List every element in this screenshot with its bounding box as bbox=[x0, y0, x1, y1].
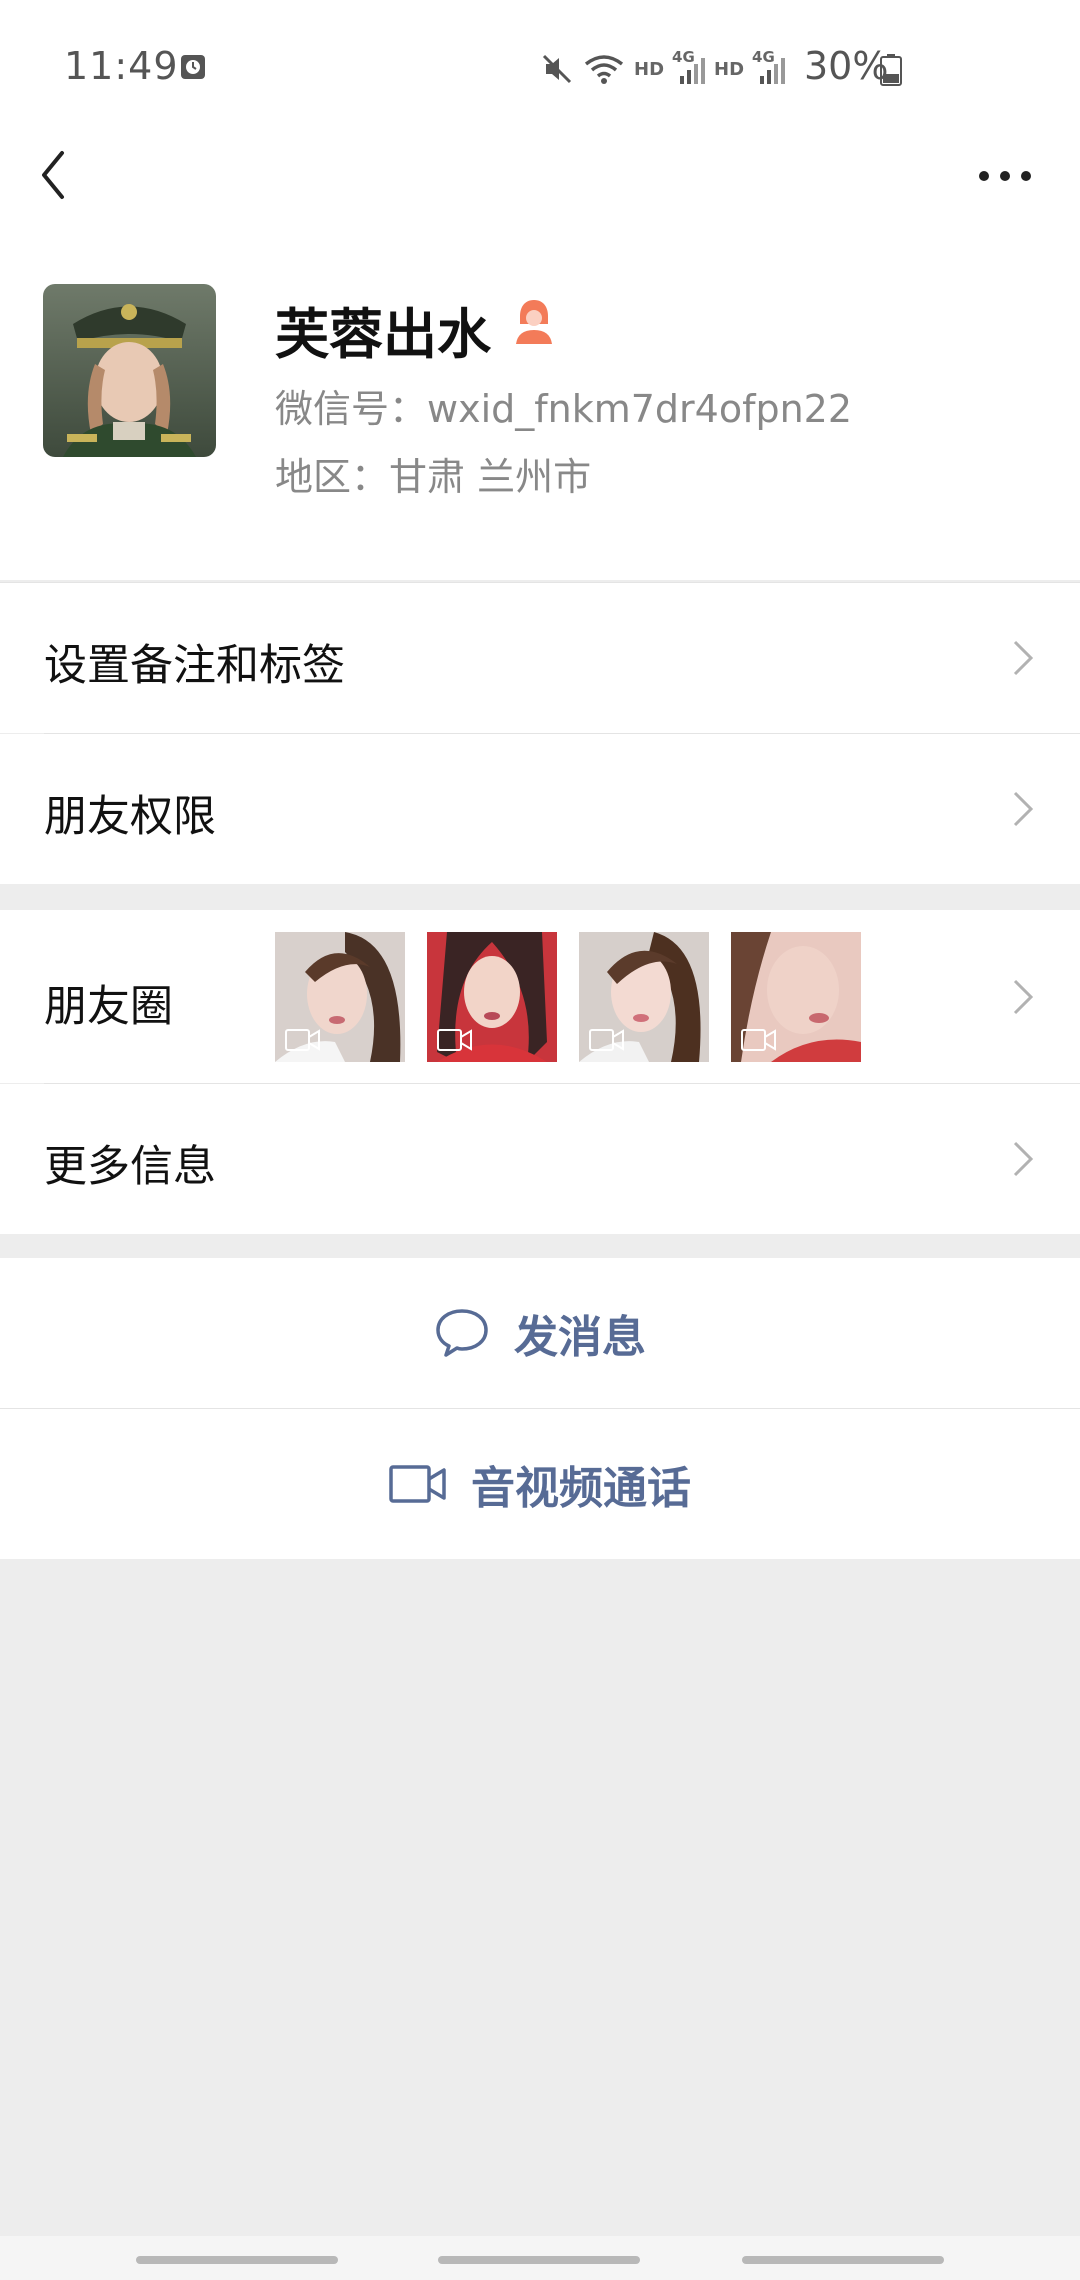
send-message-button[interactable]: 发消息 bbox=[0, 1258, 1080, 1408]
chevron-left-icon[interactable] bbox=[34, 145, 74, 205]
nav-recent-handle[interactable] bbox=[136, 2256, 338, 2264]
send-message-label: 发消息 bbox=[514, 1312, 646, 1363]
moments-thumbnail[interactable] bbox=[731, 932, 861, 1062]
more-icon[interactable] bbox=[975, 166, 1035, 186]
alarm-icon bbox=[181, 55, 205, 79]
battery-percent: 30% bbox=[804, 44, 889, 88]
video-icon bbox=[741, 1029, 776, 1051]
remarks-label: 设置备注和标签 bbox=[44, 641, 345, 691]
status-bar: 11:49 HD 4G HD 4G 30% bbox=[0, 0, 1080, 140]
chevron-right-icon bbox=[1013, 1141, 1034, 1177]
video-icon bbox=[285, 1029, 320, 1051]
signal-icon: 4G bbox=[672, 48, 706, 86]
nav-back-handle[interactable] bbox=[742, 2256, 944, 2264]
moments-label: 朋友圈 bbox=[44, 982, 173, 1032]
video-call-label: 音视频通话 bbox=[471, 1463, 691, 1514]
moments-thumbnail[interactable] bbox=[579, 932, 709, 1062]
chevron-right-icon bbox=[1013, 640, 1034, 676]
video-camera-icon bbox=[389, 1465, 446, 1503]
moments-thumbnail[interactable] bbox=[427, 932, 557, 1062]
battery-icon bbox=[880, 54, 902, 86]
permissions-row[interactable]: 朋友权限 bbox=[0, 734, 1080, 884]
mute-icon bbox=[542, 54, 572, 84]
female-icon bbox=[516, 300, 552, 344]
wechat-id: 微信号：wxid_fnkm7dr4ofpn22 bbox=[275, 387, 853, 431]
status-icons: HD 4G HD 4G bbox=[540, 44, 786, 94]
permissions-label: 朋友权限 bbox=[44, 792, 216, 842]
chevron-right-icon bbox=[1013, 791, 1034, 827]
moments-thumbnail[interactable] bbox=[275, 932, 405, 1062]
avatar[interactable] bbox=[43, 284, 216, 457]
hd-label: HD bbox=[714, 58, 745, 80]
chat-bubble-icon bbox=[436, 1309, 488, 1357]
region: 地区：甘肃 兰州市 bbox=[275, 455, 592, 499]
status-time: 11:49 bbox=[64, 44, 179, 88]
navigation-bar bbox=[0, 2236, 1080, 2280]
remarks-row[interactable]: 设置备注和标签 bbox=[0, 583, 1080, 733]
profile-name: 芙蓉出水 bbox=[275, 303, 491, 366]
hd-label: HD bbox=[634, 58, 665, 80]
more-info-row[interactable]: 更多信息 bbox=[0, 1084, 1080, 1234]
more-info-label: 更多信息 bbox=[44, 1142, 216, 1192]
video-icon bbox=[589, 1029, 624, 1051]
signal-icon: 4G bbox=[752, 48, 786, 86]
video-icon bbox=[437, 1029, 472, 1051]
wifi-icon bbox=[584, 55, 624, 84]
chevron-right-icon bbox=[1013, 979, 1034, 1015]
video-call-button[interactable]: 音视频通话 bbox=[0, 1409, 1080, 1559]
nav-home-handle[interactable] bbox=[438, 2256, 640, 2264]
